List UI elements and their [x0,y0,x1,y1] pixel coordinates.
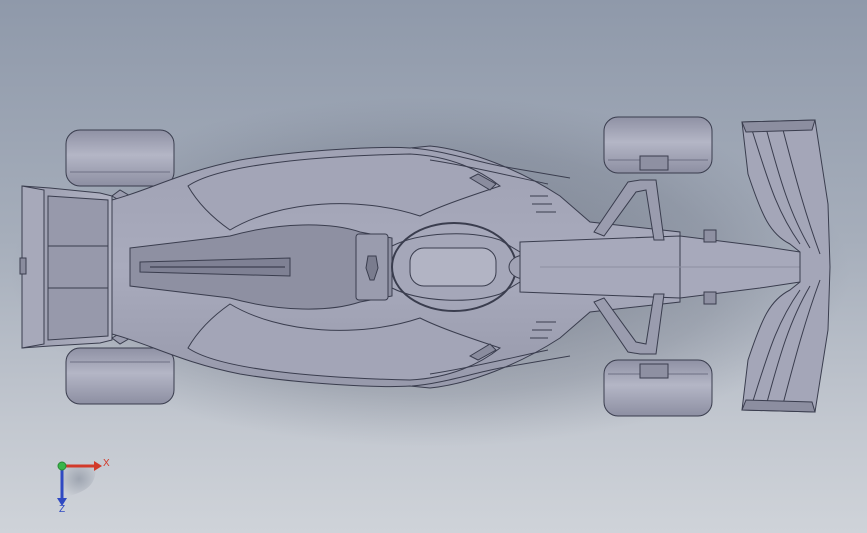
rear-left-tyre[interactable] [65,129,175,187]
y-axis-dot [57,461,67,471]
z-axis-label: Z [59,504,66,515]
rear-wing[interactable] [19,185,113,349]
f1-car-model[interactable] [0,0,867,533]
x-axis-label: X [103,458,110,469]
graphics-viewport[interactable]: X Z [0,0,867,533]
rear-right-tyre[interactable] [65,347,175,405]
